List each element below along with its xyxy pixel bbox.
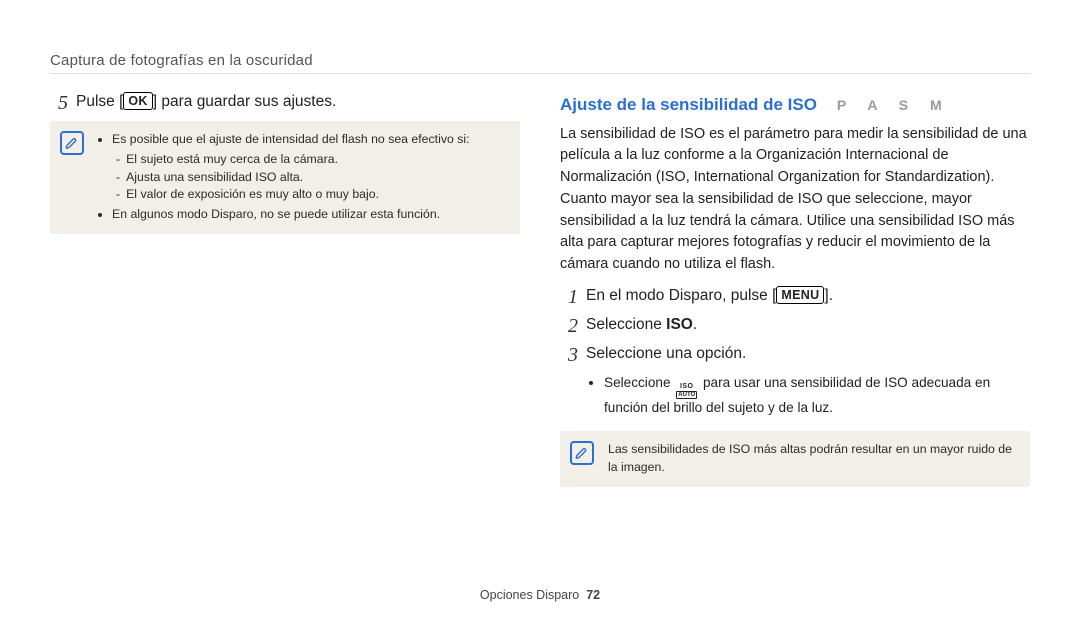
list-item: Seleccione ISOAUTO para usar una sensibi… [604,373,1030,418]
step-number: 3 [560,344,578,367]
page-footer: Opciones Disparo 72 [0,588,1080,602]
step3-sublist: Seleccione ISOAUTO para usar una sensibi… [560,373,1030,418]
step-2: 2 Seleccione ISO. [560,315,1030,338]
text: Seleccione [604,375,674,390]
icon-label-top: ISO [680,383,694,390]
bold-text: ISO [666,316,693,333]
divider [50,73,1030,74]
section-header: Ajuste de la sensibilidad de ISO P A S M [560,92,1030,118]
step-number: 1 [560,286,578,309]
step-body: Seleccione ISO. [586,315,1030,336]
step-body: En el modo Disparo, pulse [MENU]. [586,286,1030,307]
step-3: 3 Seleccione una opción. [560,344,1030,367]
text: Seleccione [586,316,666,333]
icon-label-bottom: AUTO [676,391,697,399]
note-subitem: Ajusta una sensibilidad ISO alta. [116,169,506,187]
step-5: 5 Pulse [OK] para guardar sus ajustes. [50,92,520,115]
footer-label: Opciones Disparo [480,588,579,602]
info-note-left: Es posible que el ajuste de intensidad d… [50,121,520,234]
mode-tags: P A S M [837,97,951,113]
menu-key-icon: MENU [776,286,824,304]
text: En el modo Disparo, pulse [ [586,287,776,304]
info-note-right: Las sensibilidades de ISO más altas podr… [560,431,1030,487]
note-subitem: El valor de exposición es muy alto o muy… [116,186,506,204]
left-column: 5 Pulse [OK] para guardar sus ajustes. E… [50,92,520,487]
chapter-title: Captura de fotografías en la oscuridad [50,52,1030,69]
note-text: Las sensibilidades de ISO más altas podr… [608,441,1016,477]
text: . [693,316,697,333]
note-item: Es posible que el ajuste de intensidad d… [112,131,506,204]
text: ]. [824,287,833,304]
note-list: Es posible que el ajuste de intensidad d… [98,131,506,224]
note-item: En algunos modo Disparo, no se puede uti… [112,206,506,224]
ok-key-icon: OK [123,92,152,110]
note-icon [570,441,594,465]
text: Pulse [ [76,93,123,110]
manual-page: Captura de fotografías en la oscuridad 5… [0,0,1080,630]
right-column: Ajuste de la sensibilidad de ISO P A S M… [560,92,1030,487]
two-column-layout: 5 Pulse [OK] para guardar sus ajustes. E… [50,92,1030,487]
step-body: Seleccione una opción. [586,344,1030,365]
step-1: 1 En el modo Disparo, pulse [MENU]. [560,286,1030,309]
page-number: 72 [586,588,600,602]
step-number: 2 [560,315,578,338]
step-number: 5 [50,92,68,115]
text: ] para guardar sus ajustes. [153,93,337,110]
note-subitem: El sujeto está muy cerca de la cámara. [116,151,506,169]
intro-paragraph: La sensibilidad de ISO es el parámetro p… [560,124,1030,276]
iso-auto-icon: ISOAUTO [676,383,697,399]
step-body: Pulse [OK] para guardar sus ajustes. [76,92,520,113]
note-icon [60,131,84,155]
text: Es posible que el ajuste de intensidad d… [112,132,470,146]
section-heading: Ajuste de la sensibilidad de ISO [560,95,817,114]
